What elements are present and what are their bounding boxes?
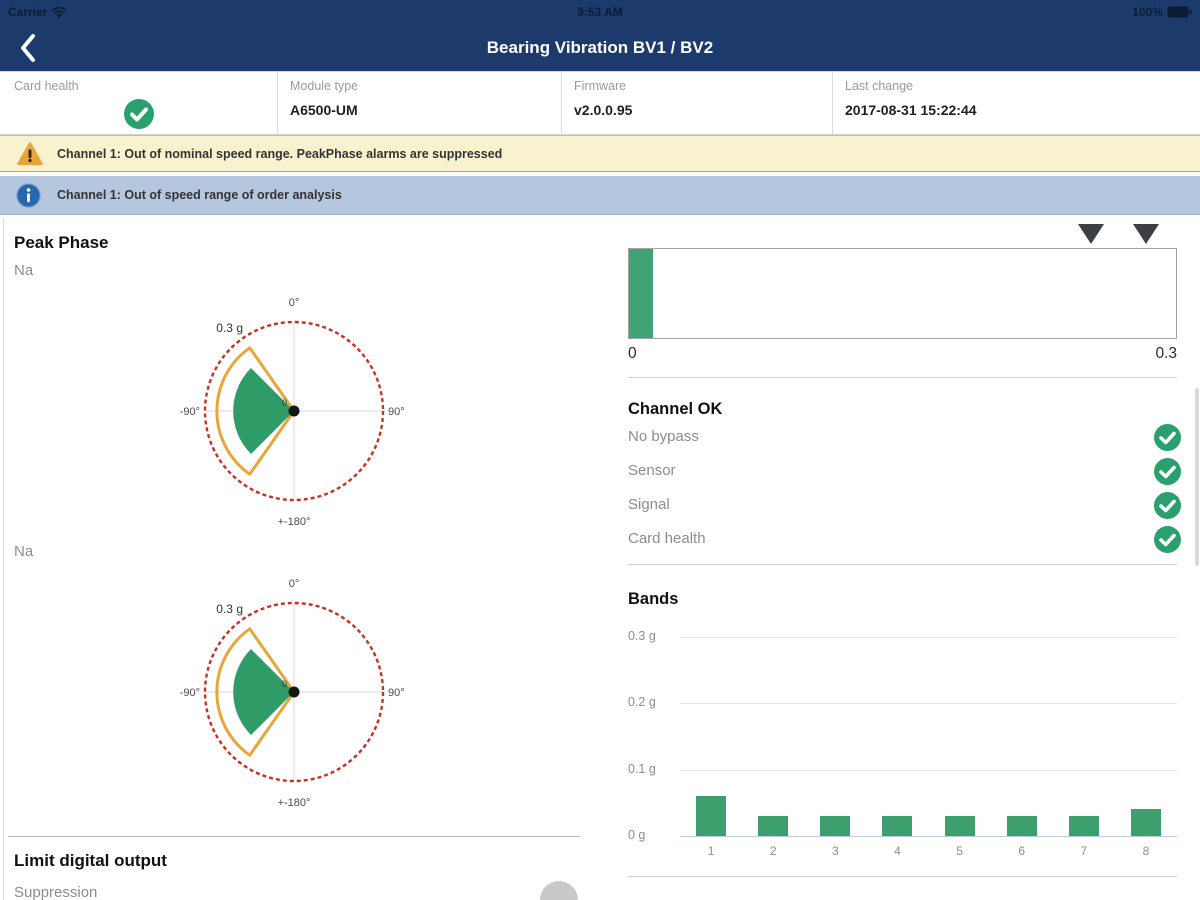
info-circle-icon xyxy=(16,183,41,213)
svg-text:+-180°: +-180° xyxy=(278,516,311,528)
warning-banner-text: Channel 1: Out of nominal speed range. P… xyxy=(57,146,503,161)
right-divider-2 xyxy=(628,564,1177,565)
info-banner-text: Channel 1: Out of speed range of order a… xyxy=(57,188,342,202)
vibration-gauge xyxy=(628,248,1177,339)
channel-ok-title: Channel OK xyxy=(628,400,723,418)
module-type-cell: Module type A6500-UM xyxy=(277,72,561,134)
firmware-label: Firmware xyxy=(574,79,627,93)
bands-bar xyxy=(820,816,851,836)
signal-ok-icon xyxy=(1154,492,1181,524)
clock-label: 9:53 AM xyxy=(577,5,623,19)
status-row-label: Sensor xyxy=(628,462,676,479)
status-row-label: No bypass xyxy=(628,428,699,445)
bands-y-tick-label: 0.2 g xyxy=(628,695,656,710)
peak-phase-channel2-value: Na xyxy=(14,543,34,560)
limit-digital-output-title: Limit digital output xyxy=(14,851,167,870)
bands-x-tick-label: 6 xyxy=(1018,844,1026,858)
bands-x-tick-label: 1 xyxy=(707,844,715,858)
warning-banner: Channel 1: Out of nominal speed range. P… xyxy=(0,135,1200,172)
bands-x-tick-label: 3 xyxy=(831,844,839,858)
status-row-label: Signal xyxy=(628,496,670,513)
bands-x-tick-label: 8 xyxy=(1142,844,1150,858)
peak-phase-polar-chart-1: 0° 90° -90° +-180° 0.3 g 0 xyxy=(180,297,405,528)
bands-bar-chart: 0.3 g 0.2 g 0.1 g 0 g 1 2 3 4 5 6 7 8 xyxy=(628,620,1177,870)
content-edge-line xyxy=(3,218,4,900)
bands-x-tick-label: 7 xyxy=(1080,844,1088,858)
gauge-max-label: 0.3 xyxy=(1155,345,1177,362)
bands-title: Bands xyxy=(628,590,679,608)
bands-gridline xyxy=(680,836,1177,837)
svg-text:0: 0 xyxy=(282,398,287,408)
card-health-cell: Card health xyxy=(0,72,277,134)
bands-x-tick-label: 4 xyxy=(894,844,901,858)
gauge-min-label: 0 xyxy=(628,345,637,362)
gauge-value-bar xyxy=(629,249,653,338)
info-banner: Channel 1: Out of speed range of order a… xyxy=(0,176,1200,215)
svg-text:-90°: -90° xyxy=(180,687,200,699)
bands-y-tick-label: 0.3 g xyxy=(628,629,656,643)
bands-bar xyxy=(1130,809,1161,836)
bands-y-tick-label: 0.1 g xyxy=(628,761,656,776)
battery-icon xyxy=(1167,6,1192,18)
bands-x-tick-label: 2 xyxy=(769,844,777,858)
module-type-label: Module type xyxy=(290,79,359,93)
bands-bar xyxy=(696,796,727,836)
battery-percent-label: 100% xyxy=(1132,5,1163,19)
bands-gridline xyxy=(680,703,1177,705)
svg-text:90°: 90° xyxy=(388,687,405,699)
gauge-limit-markers xyxy=(628,223,1177,244)
peak-phase-title: Peak Phase xyxy=(14,233,109,252)
bands-gridline xyxy=(680,637,1177,638)
module-type-value: A6500-UM xyxy=(290,102,358,118)
last-change-label: Last change xyxy=(845,79,914,93)
svg-text:0.3 g: 0.3 g xyxy=(216,602,243,616)
peak-phase-polar-chart-2: 0° 90° -90° +-180° 0.3 g 0 xyxy=(180,578,405,809)
scroll-indicator xyxy=(1195,388,1199,566)
last-change-value: 2017-08-31 15:22:44 xyxy=(845,102,977,118)
page-title: Bearing Vibration BV1 / BV2 xyxy=(486,38,714,57)
right-divider-3 xyxy=(628,876,1177,877)
last-change-cell: Last change 2017-08-31 15:22:44 xyxy=(832,72,1200,134)
card-health-label: Card health xyxy=(14,79,79,93)
ios-status-bar: Carrier 9:53 AM 100% xyxy=(0,0,1200,26)
bands-bar xyxy=(758,816,789,836)
svg-text:90°: 90° xyxy=(388,406,405,418)
right-divider-1 xyxy=(628,377,1177,378)
suppression-toggle[interactable] xyxy=(540,881,578,900)
peak-phase-channel1-value: Na xyxy=(14,262,34,279)
card-health-ok-icon xyxy=(123,99,154,134)
bands-y-tick-label: 0 g xyxy=(628,828,646,842)
bands-x-tick-label: 5 xyxy=(956,844,963,858)
svg-text:-90°: -90° xyxy=(180,406,200,418)
no-bypass-ok-icon xyxy=(1154,424,1181,456)
status-row-label: Card health xyxy=(628,530,706,547)
bands-bar xyxy=(944,816,975,836)
navigation-bar: Bearing Vibration BV1 / BV2 xyxy=(0,26,1200,71)
svg-text:0.3 g: 0.3 g xyxy=(216,321,243,335)
limit-marker-triangle-icon xyxy=(1077,224,1104,244)
sensor-ok-icon xyxy=(1154,458,1181,490)
svg-text:0°: 0° xyxy=(289,297,300,309)
card-health-ok-icon-right xyxy=(1154,526,1181,558)
bands-bar xyxy=(882,816,913,836)
firmware-value: v2.0.0.95 xyxy=(574,102,633,118)
bands-bar xyxy=(1068,816,1099,836)
bearing-vibration-screen: Carrier 9:53 AM 100% Bearing Vibration B… xyxy=(0,0,1200,900)
left-section-divider xyxy=(8,836,580,837)
svg-text:0°: 0° xyxy=(289,578,300,590)
bands-gridline xyxy=(680,769,1177,771)
svg-text:+-180°: +-180° xyxy=(278,797,311,809)
suppression-label: Suppression xyxy=(14,884,98,900)
module-info-strip: Card health Module type A6500-UM Firmwar… xyxy=(0,71,1200,135)
svg-text:0: 0 xyxy=(282,679,287,689)
warning-triangle-icon xyxy=(17,142,43,171)
limit-marker-triangle-icon xyxy=(1132,224,1159,244)
firmware-cell: Firmware v2.0.0.95 xyxy=(561,72,832,134)
bands-bar xyxy=(1006,816,1037,836)
